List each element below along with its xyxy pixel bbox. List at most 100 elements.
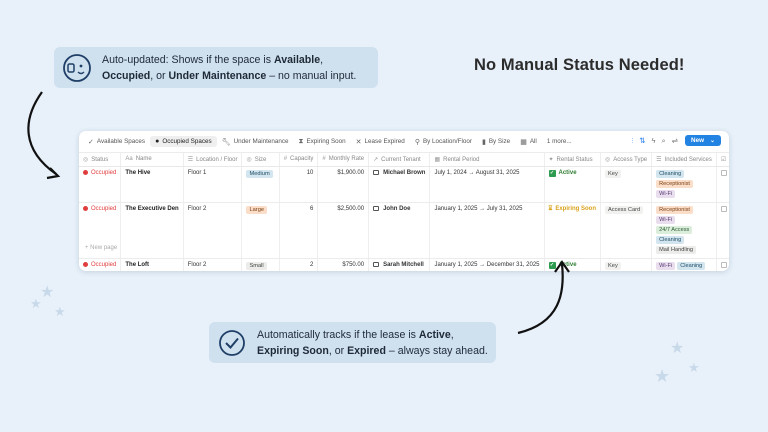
location-cell[interactable]: Floor 1 [183,166,243,203]
col-checkbox[interactable]: ☑ [716,153,729,167]
services-cell[interactable]: ReceptionistWi-Fi24/7 AccessCleaningMail… [651,202,717,259]
capacity-cell[interactable]: 10 [279,166,319,203]
service-tag: Mail Handling [656,245,697,254]
tab-lease-expired[interactable]: ✕ Lease Expired [351,136,410,148]
lightning-icon[interactable]: ϟ [652,136,656,145]
checkbox-cell[interactable] [716,258,729,271]
status-dot-icon [83,170,88,175]
headline: No Manual Status Needed! [474,56,685,74]
bar-icon: ▮ [481,138,486,146]
capacity-cell[interactable]: 6 [279,202,319,259]
row-checkbox[interactable] [720,261,727,268]
rate-cell[interactable]: $1,900.00 [317,166,370,203]
services-cell[interactable]: CleaningReceptionistWi-Fi [651,166,717,203]
tenant-link[interactable]: Michael Brown [373,170,425,176]
checkbox-cell[interactable] [716,166,729,203]
table-row[interactable]: Occupied The Executive Den Floor 2 Large… [79,202,729,259]
table-row[interactable]: Occupied The Loft Floor 2 Small 2 $750.0… [79,258,729,271]
filter-icon[interactable]: ⫶ [631,136,633,146]
star-icon: ★ [688,360,700,375]
access-tag: Key [604,169,621,178]
col-current-tenant[interactable]: ↗ Current Tenant [368,153,431,167]
col-location[interactable]: ☰ Location / Floor [183,153,243,167]
size-cell[interactable]: Large [241,202,280,259]
settings-icon[interactable]: ⇌ [672,136,678,145]
access-cell[interactable]: Access Card [600,202,653,259]
rental-status-cell[interactable]: ✓ Active [544,166,601,203]
size-tag: Small [246,261,267,270]
tab-by-size[interactable]: ▮ By Size [477,136,515,148]
tenant-cell[interactable]: Michael Brown [368,166,431,203]
period-cell[interactable]: July 1, 2024 → August 31, 2025 [429,166,545,203]
wrench-icon: 🔧︎ [221,138,231,146]
tab-more[interactable]: 1 more... [542,136,577,147]
col-included-services[interactable]: ☰ Included Services [651,153,717,167]
hourglass-icon: ⧗ [298,137,304,145]
tab-under-maintenance[interactable]: 🔧︎ Under Maintenance [217,136,294,148]
access-cell[interactable]: Key [600,166,653,203]
location-cell[interactable]: Floor 2 [183,258,243,271]
status-cell[interactable]: Occupied [79,258,122,271]
access-cell[interactable]: Key [600,258,653,271]
rental-status-badge: ✓ Active [548,169,577,177]
tab-available-spaces[interactable]: ✓ Available Spaces [83,136,150,148]
name-cell[interactable]: The Loft [120,258,184,271]
col-rental-status[interactable]: ✦ Rental Status [544,153,601,167]
pin-icon: ⚲ [414,138,420,146]
database-card: ✓ Available Spaces ● Occupied Spaces 🔧︎ Und… [79,131,729,271]
new-page-button[interactable]: + New page [85,245,117,251]
contact-card-icon [373,170,380,175]
name-cell[interactable]: The Hive [120,166,184,203]
col-status[interactable]: ◎ Status [79,153,122,167]
tenant-cell[interactable]: Sarah Mitchell [368,258,431,271]
rate-cell[interactable]: $2,500.00 [317,202,370,259]
toolbar: ⫶ ⇅ ϟ ⌕ ⇌ New ⌄ [625,135,721,146]
tab-all[interactable]: ▦ All [515,136,542,148]
checkmark-circle-icon [217,328,247,358]
tenant-link[interactable]: Sarah Mitchell [373,262,425,268]
name-cell[interactable]: The Executive Den [120,202,184,259]
status-badge: Occupied [83,262,116,268]
star-icon: ★ [654,366,671,386]
tab-occupied-spaces[interactable]: ● Occupied Spaces [150,136,217,147]
table-row[interactable]: Occupied The Hive Floor 1 Medium 10 $1,9… [79,166,729,203]
check-icon: ✓ [548,169,556,177]
row-checkbox[interactable] [720,169,727,176]
col-access-type[interactable]: ◎ Access Type [600,153,653,167]
service-tag: Wi-Fi [656,261,676,270]
hourglass-icon: ⏳︎ [548,205,553,212]
service-tag: Receptionist [656,205,693,214]
tenant-link[interactable]: John Doe [373,206,425,212]
col-monthly-rate[interactable]: # Monthly Rate [317,153,370,167]
col-rental-period[interactable]: ▦ Rental Period [429,153,545,167]
location-cell[interactable]: Floor 2 [183,202,243,259]
size-cell[interactable]: Medium [241,166,280,203]
rate-cell[interactable]: $750.00 [317,258,370,271]
arrow-top-icon [27,91,61,180]
chevron-down-icon[interactable]: ⌄ [710,137,715,144]
checkbox-cell[interactable] [716,202,729,259]
rental-status-cell[interactable]: ⏳︎ Expiring Soon [544,202,601,259]
tenant-cell[interactable]: John Doe [368,202,431,259]
new-button[interactable]: New ⌄ [685,135,721,146]
col-size[interactable]: ◎ Size [241,153,280,167]
size-tag: Medium [246,169,273,178]
service-tag: 24/7 Access [656,225,693,234]
col-name[interactable]: Aa Name [120,153,184,167]
period-cell[interactable]: January 1, 2025 → July 31, 2025 [429,202,545,259]
row-checkbox[interactable] [720,205,727,212]
status-dot-icon [83,262,88,267]
services-cell[interactable]: Wi-Fi Cleaning [651,258,717,271]
star-icon: ★ [30,296,42,311]
status-cell[interactable]: Occupied [79,166,122,203]
grid-icon: ▦ [520,138,527,146]
table-header: ◎ Status Aa Name ☰ Location / Floor ◎ Size #… [79,153,729,167]
capacity-cell[interactable]: 2 [279,258,319,271]
sort-icon[interactable]: ⇅ [639,136,645,145]
ai-face-icon [62,53,92,83]
tab-expiring-soon[interactable]: ⧗ Expiring Soon [294,136,351,148]
size-cell[interactable]: Small [241,258,280,271]
col-capacity[interactable]: # Capacity [279,153,319,167]
tab-by-location-floor[interactable]: ⚲ By Location/Floor [410,136,477,148]
search-icon[interactable]: ⌕ [662,136,666,146]
